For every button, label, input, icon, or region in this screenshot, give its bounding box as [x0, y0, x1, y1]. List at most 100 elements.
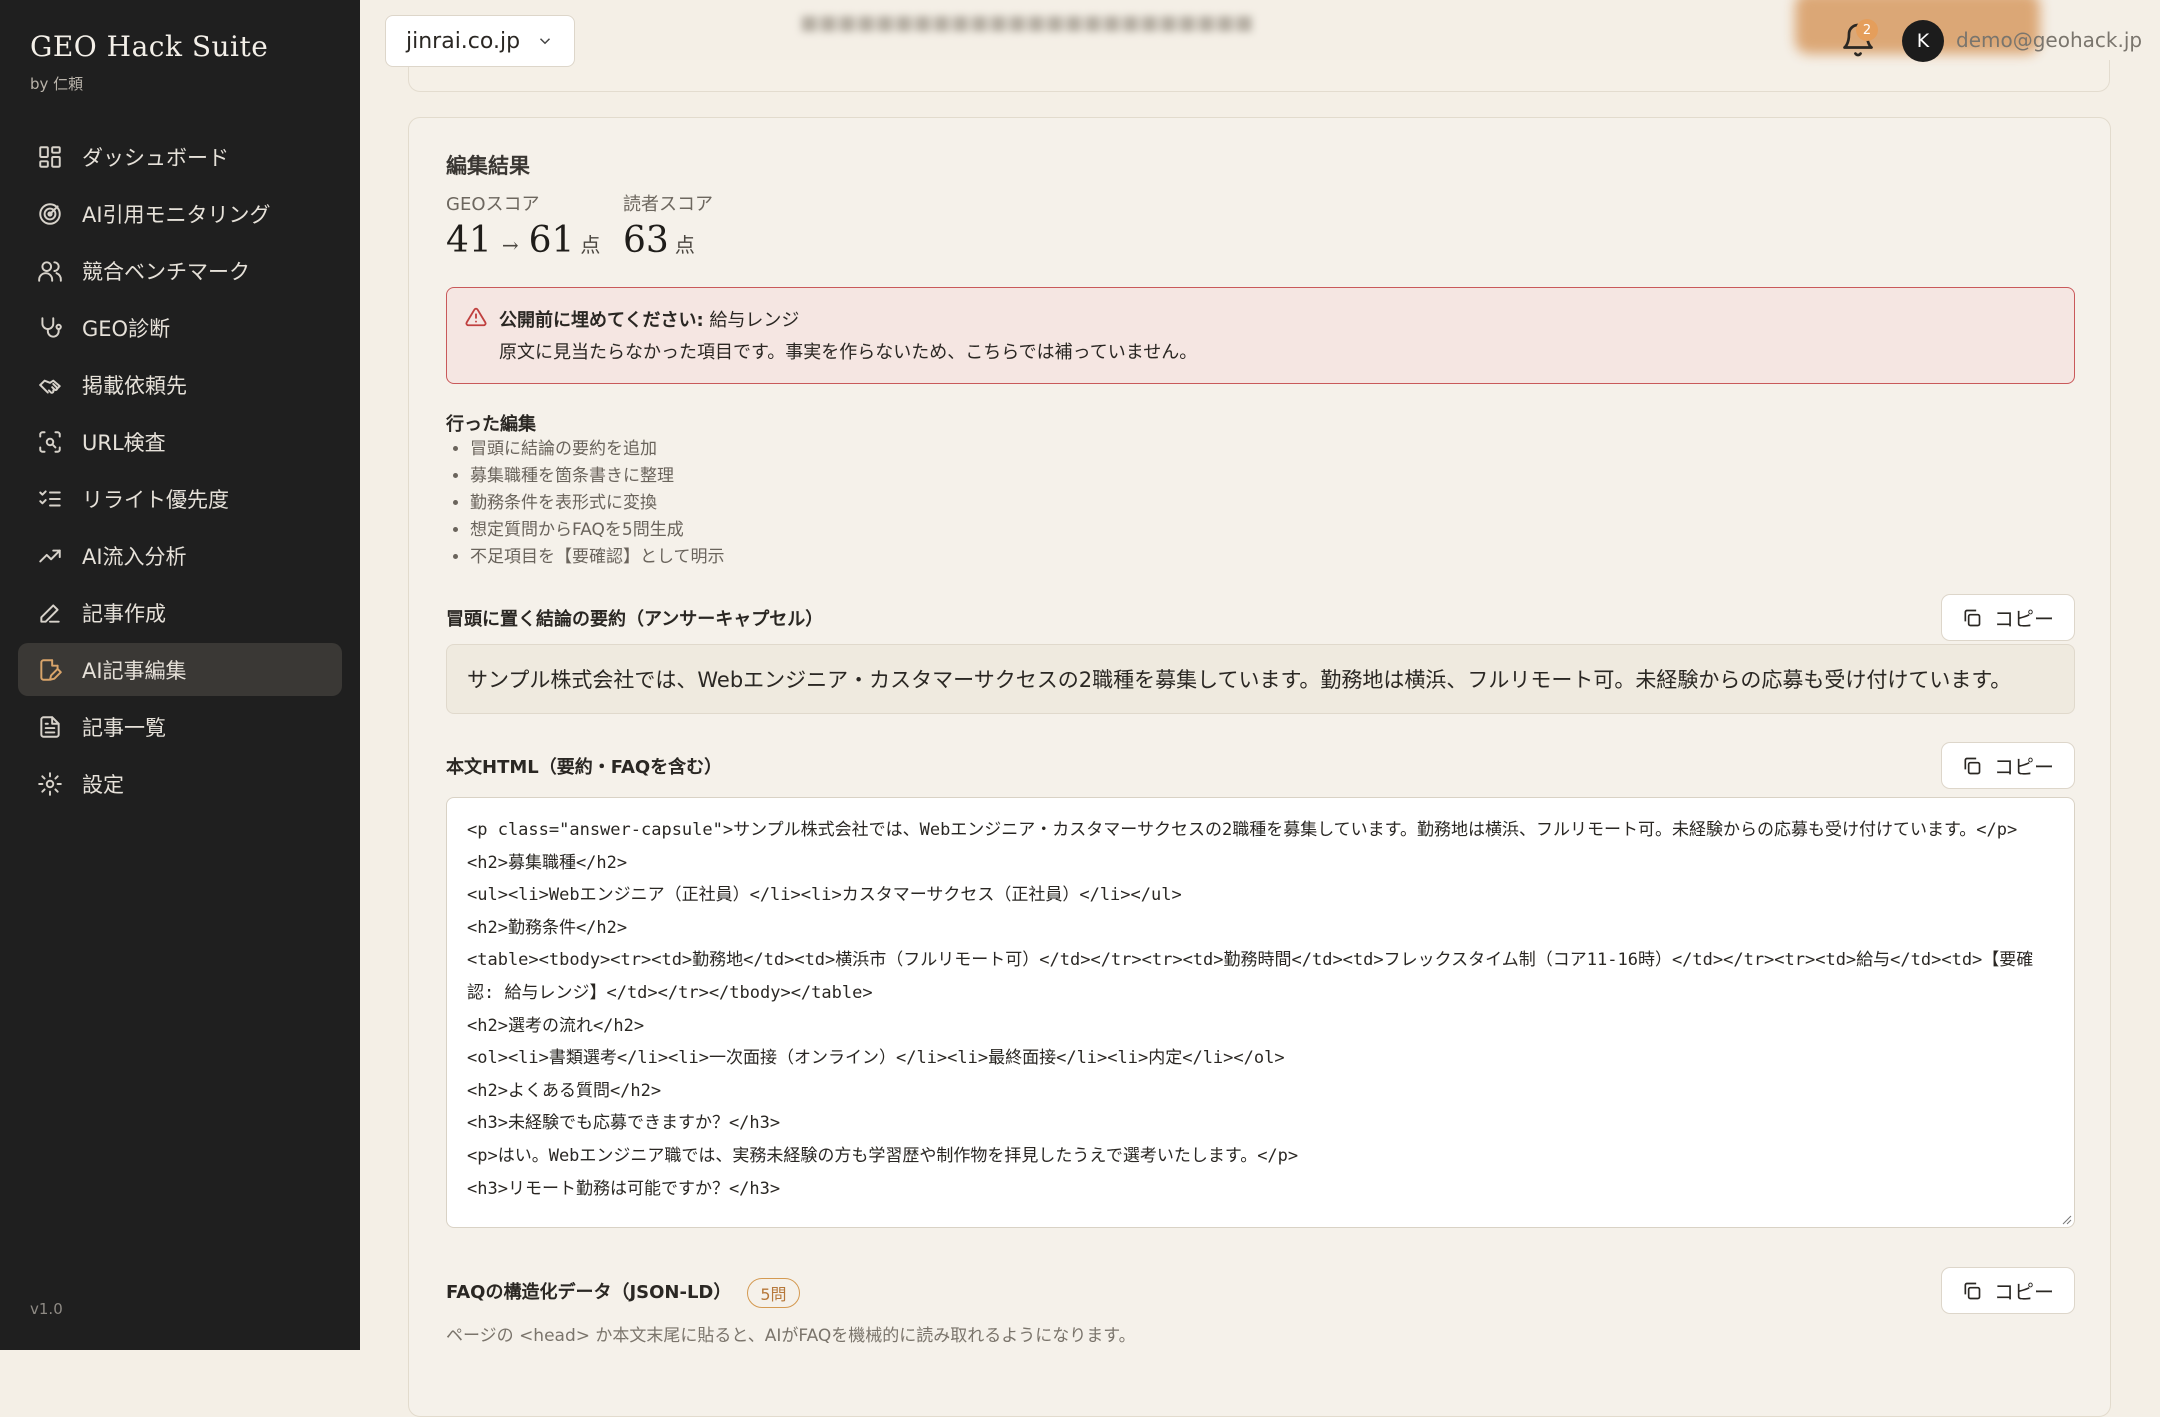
geo-score-label: GEOスコア [446, 194, 540, 215]
geo-score-after: 61 [528, 220, 575, 261]
stethoscope-icon [36, 314, 64, 342]
copy-label: コピー [1994, 1280, 2054, 1304]
scan-search-icon [36, 428, 64, 456]
file-edit-icon [36, 656, 64, 684]
copy-faq-button[interactable]: コピー [1941, 1267, 2075, 1314]
code-line: <ul><li>Webエンジニア（正社員）</li><li>カスタマーサクセス（… [467, 885, 1182, 906]
score-unit: 点 [674, 233, 695, 257]
sidebar-item-label: 設定 [82, 772, 124, 797]
sidebar-item[interactable]: 記事作成 [18, 586, 342, 639]
previous-card-edge [408, 60, 2110, 92]
sidebar-item[interactable]: ダッシュボード [18, 130, 342, 183]
file-text-icon [36, 713, 64, 741]
edit-list-item: 不足項目を【要確認】として明示 [470, 544, 725, 571]
users-icon [36, 257, 64, 285]
brand-subtitle: by 仁頼 [30, 75, 84, 93]
geo-score-before: 41 [446, 220, 492, 261]
sidebar-nav: ダッシュボード AI引用モニタリング競合ベンチマーク GEO診断掲載依頼先 URL検査… [18, 130, 342, 814]
copy-icon [1964, 1282, 1981, 1299]
missing-fields-alert: 公開前に埋めてください: 給与レンジ 原文に見当たらなかった項目です。事実を作ら… [446, 287, 2075, 384]
sidebar-item-label: URL検査 [82, 430, 166, 455]
section-title: 編集結果 [446, 154, 530, 178]
faq-title-text: FAQの構造化データ（JSON-LD） [446, 1282, 732, 1303]
code-line: <table><tbody><tr><td>勤務地</td><td>横浜市（フル… [467, 950, 2034, 1003]
chevron-down-icon [540, 38, 551, 45]
code-line: <p>はい。Webエンジニア職では、実務未経験の方も学習歴や制作物を拝見したうえ… [467, 1145, 1299, 1166]
sidebar-item-label: 記事作成 [82, 601, 166, 626]
sidebar-item-label: AI記事編集 [82, 658, 187, 683]
pen-icon [36, 599, 64, 627]
answer-capsule-text: サンプル株式会社では、Webエンジニア・カスタマーサクセスの2職種を募集していま… [446, 644, 2075, 714]
avatar[interactable]: K [1902, 20, 1944, 62]
site-selector[interactable]: jinrai.co.jp [385, 15, 576, 67]
edit-result-card: 編集結果 GEOスコア 41 → 61 点 読者スコア 63 点 公開前に埋めてください… [408, 117, 2111, 1417]
alert-description: 原文に見当たらなかった項目です。事実を作らないため、こちらでは補っていません。 [499, 342, 1198, 363]
edit-list-item: 想定質問からFAQを5問生成 [470, 517, 725, 544]
code-line: <p class="answer-capsule">サンプル株式会社では、Web… [467, 820, 2018, 840]
sidebar-item[interactable]: 競合ベンチマーク [18, 244, 342, 297]
sidebar-item[interactable]: 設定 [18, 757, 342, 810]
score-unit: 点 [580, 233, 601, 257]
brand: GEO Hack Suite by 仁頼 [30, 30, 268, 94]
reader-score: 読者スコア 63 点 [623, 190, 713, 261]
alert-heading: 公開前に埋めてください: [499, 310, 704, 331]
list-checks-icon [36, 485, 64, 513]
top-header: jinrai.co.jp ■■■■■■■■■■■■■■■■■■■■■■■■ 2 … [360, 0, 2160, 92]
brand-title: GEO Hack Suite [30, 30, 269, 63]
code-line: <h3>リモート勤務は可能ですか？</h3> [467, 1178, 781, 1199]
sidebar-item[interactable]: URL検査 [18, 415, 342, 468]
sidebar-item-label: 記事一覧 [82, 715, 166, 740]
site-selector-value: jinrai.co.jp [406, 28, 521, 54]
html-textarea[interactable]: <p class="answer-capsule">サンプル株式会社では、Web… [446, 797, 2075, 1228]
arrow-right: → [501, 233, 519, 257]
dashboard-icon [36, 143, 64, 171]
target-icon [36, 200, 64, 228]
sidebar: GEO Hack Suite by 仁頼 ダッシュボード AI引用モニタリング競合… [0, 0, 360, 1350]
geo-score: GEOスコア 41 → 61 点 [446, 190, 600, 261]
edit-list-item: 勤務条件を表形式に変換 [470, 490, 725, 517]
sidebar-item-label: ダッシュボード [82, 145, 229, 170]
faq-count-badge: 5問 [747, 1278, 800, 1308]
sidebar-item-label: GEO診断 [82, 316, 171, 341]
copy-label: コピー [1994, 755, 2054, 779]
handshake-icon [36, 371, 64, 399]
sidebar-item-label: 掲載依頼先 [82, 373, 187, 398]
code-line: <ol><li>書類選考</li><li>一次面接（オンライン）</li><li… [467, 1048, 1285, 1069]
reader-score-value: 63 [623, 220, 669, 261]
faq-title: FAQの構造化データ（JSON-LD） 5問 [446, 1278, 800, 1308]
warning-triangle-icon [465, 307, 487, 327]
reader-score-label: 読者スコア [623, 194, 713, 215]
faq-description: ページの <head> か本文末尾に貼ると、AIがFAQを機械的に読み取れるよう… [446, 1326, 1136, 1346]
sidebar-item[interactable]: AI記事編集 [18, 643, 342, 696]
sidebar-item-label: 競合ベンチマーク [82, 259, 250, 284]
html-title: 本文HTML（要約・FAQを含む） [446, 757, 723, 778]
sidebar-item[interactable]: 記事一覧 [18, 700, 342, 753]
resize-handle-icon[interactable] [2060, 1213, 2072, 1225]
sidebar-item[interactable]: 掲載依頼先 [18, 358, 342, 411]
sidebar-item[interactable]: AI流入分析 [18, 529, 342, 582]
code-line: <h2>選考の流れ</h2> [467, 1015, 645, 1036]
edit-list-item: 募集職種を箇条書きに整理 [470, 463, 725, 490]
sidebar-item-label: リライト優先度 [82, 487, 229, 512]
settings-icon [36, 770, 64, 798]
sidebar-item[interactable]: リライト優先度 [18, 472, 342, 525]
blurred-header-text: ■■■■■■■■■■■■■■■■■■■■■■■■ [800, 10, 1254, 34]
edits-list: 冒頭に結論の要約を追加募集職種を箇条書きに整理勤務条件を表形式に変換想定質問から… [446, 436, 725, 571]
notification-count-badge: 2 [1856, 19, 1878, 41]
copy-html-button[interactable]: コピー [1941, 742, 2075, 789]
copy-icon [1964, 757, 1981, 774]
trending-up-icon [36, 542, 64, 570]
copy-capsule-button[interactable]: コピー [1941, 594, 2075, 641]
sidebar-item-label: AI流入分析 [82, 544, 187, 569]
copy-icon [1964, 609, 1981, 626]
user-email[interactable]: demo@geohack.jp [1956, 28, 2142, 52]
app-version: v1.0 [30, 1300, 63, 1318]
edit-list-item: 冒頭に結論の要約を追加 [470, 436, 725, 463]
code-line: <h2>よくある質問</h2> [467, 1080, 662, 1101]
code-line: <h2>勤務条件</h2> [467, 917, 628, 938]
edits-title: 行った編集 [446, 414, 536, 435]
sidebar-item[interactable]: GEO診断 [18, 301, 342, 354]
sidebar-item[interactable]: AI引用モニタリング [18, 187, 342, 240]
code-line: <h3>未経験でも応募できますか？</h3> [467, 1113, 781, 1134]
capsule-title: 冒頭に置く結論の要約（アンサーキャプセル） [446, 609, 824, 630]
